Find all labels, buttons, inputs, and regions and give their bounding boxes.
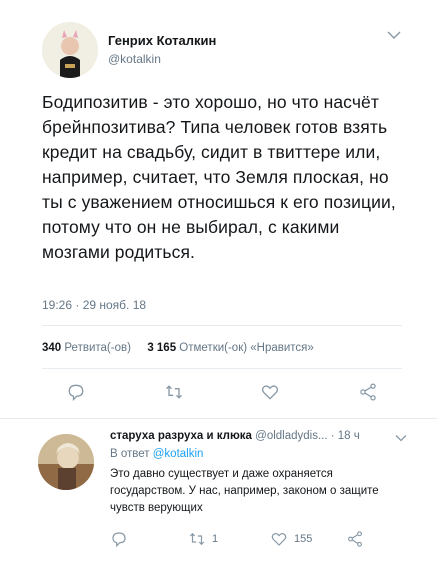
reply-actions: 1 155	[0, 530, 437, 552]
reply-time[interactable]: · 18 ч	[331, 430, 360, 442]
share-button[interactable]	[358, 382, 378, 402]
reply-to-link[interactable]: @kotalkin	[153, 448, 204, 460]
reply-icon	[112, 532, 126, 548]
like-count: 155	[294, 533, 313, 545]
retweet-button[interactable]: 1	[188, 530, 218, 548]
like-button[interactable]: 155	[270, 530, 312, 548]
retweet-icon	[189, 532, 205, 546]
share-button[interactable]	[346, 530, 370, 548]
reply-button[interactable]	[110, 530, 134, 548]
divider	[42, 368, 402, 369]
retweet-count: 1	[212, 533, 219, 545]
retweets-count[interactable]: 340	[42, 342, 61, 354]
like-button[interactable]	[260, 382, 280, 402]
avatar[interactable]	[42, 22, 98, 78]
tweet-timestamp[interactable]: 19:26 · 29 нояб. 18	[42, 298, 146, 312]
retweets-label[interactable]: Ретвита(-ов)	[64, 342, 131, 354]
chevron-down-icon[interactable]	[387, 30, 401, 40]
likes-count[interactable]: 3 165	[147, 342, 176, 354]
heart-icon	[271, 533, 287, 546]
main-tweet: Генрих Коталкин @kotalkin Бодипозитив - …	[0, 0, 437, 420]
tweet-text: Бодипозитив - это хорошо, но что насчёт …	[42, 92, 396, 262]
author-handle[interactable]: @kotalkin	[108, 52, 216, 66]
reply-to: В ответ @kotalkin	[110, 448, 203, 460]
reply-author-handle[interactable]: @oldladydis...	[255, 430, 327, 442]
reply-text: Это давно существует и даже охраняется г…	[110, 468, 379, 514]
divider	[42, 325, 402, 326]
share-icon	[348, 531, 362, 547]
reply-author-name[interactable]: старуха разруха и клюка	[110, 430, 252, 442]
author-name[interactable]: Генрих Коталкин	[108, 33, 216, 48]
reply-to-prefix: В ответ	[110, 448, 150, 460]
reply-button[interactable]	[66, 382, 86, 402]
tweet-stats: 340 Ретвита(-ов) 3 165 Отметки(-ок) «Нра…	[42, 342, 314, 354]
avatar[interactable]	[38, 434, 94, 490]
divider	[0, 418, 437, 419]
share-icon	[360, 383, 376, 401]
chevron-down-icon[interactable]	[395, 434, 407, 442]
tweet-actions	[0, 382, 437, 408]
heart-icon	[261, 385, 279, 400]
reply-icon	[68, 384, 84, 402]
likes-label[interactable]: Отметки(-ок) «Нравится»	[179, 342, 314, 354]
reply-tweet[interactable]: старуха разруха и клюка @oldladydis... ·…	[0, 422, 437, 562]
retweet-icon	[166, 385, 182, 399]
retweet-button[interactable]	[164, 382, 184, 402]
